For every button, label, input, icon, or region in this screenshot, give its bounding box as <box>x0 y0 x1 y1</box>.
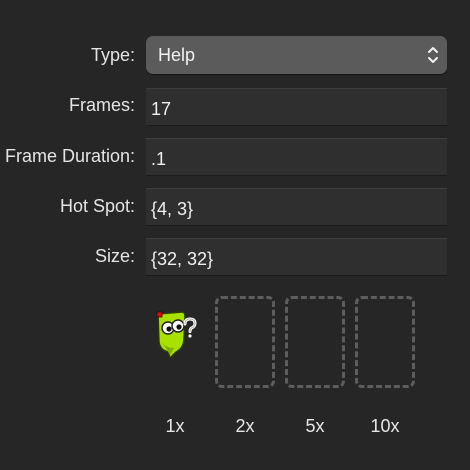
frames-field[interactable]: 17 <box>146 88 447 126</box>
up-down-chevron-icon <box>428 47 438 63</box>
hot-spot-label: Hot Spot: <box>59 196 135 216</box>
size-field[interactable]: {32, 32} <box>146 238 447 276</box>
frame-duration-field[interactable]: .1 <box>146 138 447 176</box>
type-label: Type: <box>90 45 135 65</box>
frames-label: Frames: <box>68 95 135 115</box>
size-label: Size: <box>94 246 135 266</box>
scale-label-10x: 10x <box>370 416 400 436</box>
type-popup-value: Help <box>158 44 196 65</box>
cursor-well-10x[interactable] <box>355 296 415 388</box>
scale-label-5x: 5x <box>305 416 325 436</box>
scale-label-2x: 2x <box>235 416 255 436</box>
cursor-well-5x[interactable] <box>285 296 345 388</box>
scale-label-1x: 1x <box>165 416 185 436</box>
cursor-well-2x[interactable] <box>215 296 275 388</box>
help-cursor-icon <box>156 311 197 360</box>
type-popup-button[interactable]: Help <box>146 36 447 74</box>
frame-duration-label: Frame Duration: <box>4 146 135 166</box>
hot-spot-field[interactable]: {4, 3} <box>146 188 447 226</box>
